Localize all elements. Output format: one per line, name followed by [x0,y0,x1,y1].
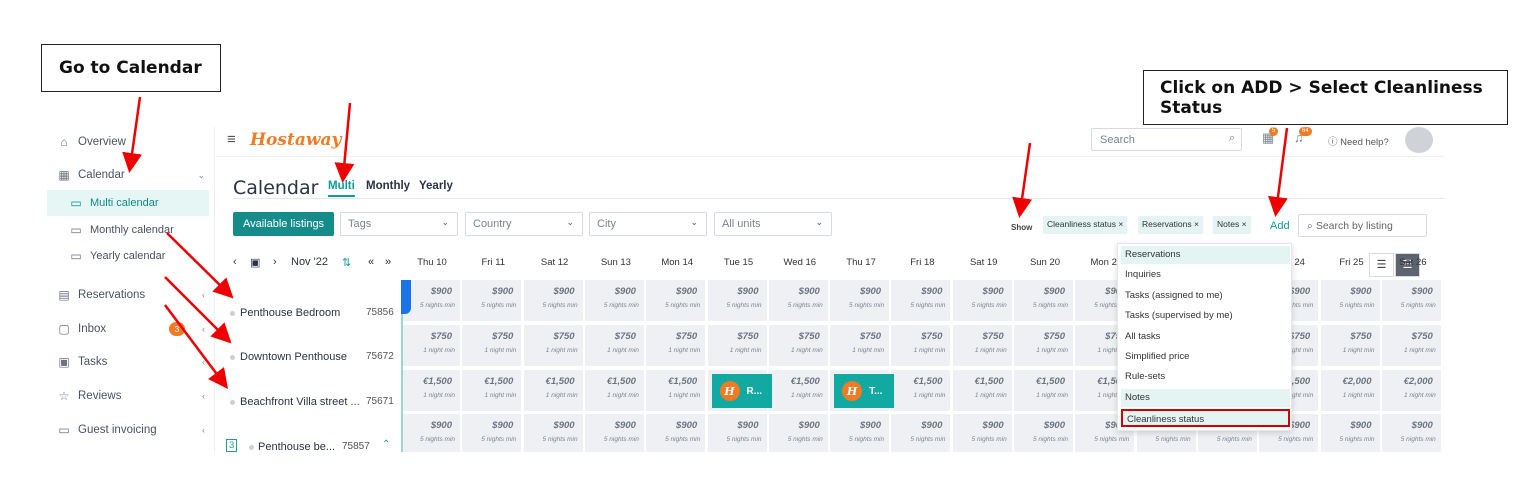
annotation-arrows [122,96,1289,389]
arrow-to-calendar [122,96,142,173]
arrow-to-row1 [166,232,234,299]
arrow-to-row3 [164,304,228,389]
arrow-to-multi-tab [334,102,355,183]
arrow-to-add [1268,127,1289,217]
arrow-to-row2 [164,276,232,344]
arrow-to-show [1012,142,1033,218]
